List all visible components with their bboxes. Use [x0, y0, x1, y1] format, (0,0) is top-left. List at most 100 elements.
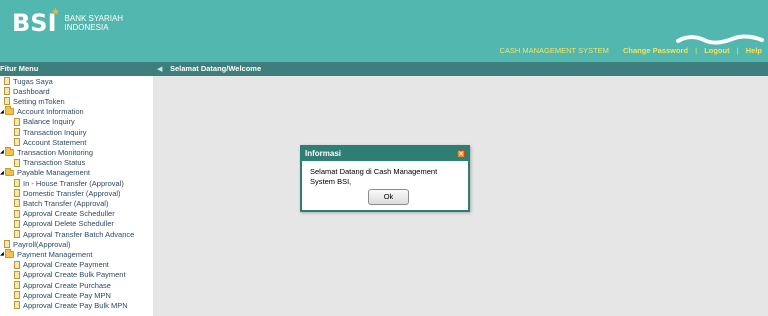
menu-item-label: Dashboard — [13, 86, 50, 96]
menu-item-account-statement[interactable]: Account Statement — [14, 137, 86, 147]
menu-item-batch-transfer[interactable]: Batch Transfer (Approval) — [14, 198, 108, 208]
menu-item-approval-create-purchase[interactable]: Approval Create Purchase — [14, 280, 111, 290]
logo-text-line2: INDONESIA — [64, 23, 109, 32]
menu-item-label: Batch Transfer (Approval) — [23, 198, 109, 208]
top-links: CASH MANAGEMENT SYSTEM Change Password |… — [499, 46, 762, 55]
menu-item-label: Approval Create Scheduller — [23, 209, 115, 219]
redaction-scribble-icon — [676, 34, 764, 45]
document-icon — [14, 158, 20, 167]
document-icon — [14, 189, 20, 198]
app-header: BSI ★ BANK SYARIAH INDONESIA CASH MANAGE… — [0, 0, 768, 62]
folder-icon — [5, 249, 14, 258]
change-password-link[interactable]: Change Password — [623, 46, 688, 55]
logo-mark: BSI — [12, 9, 57, 37]
logo-star-icon: ★ — [51, 7, 60, 18]
menu-item-label: Transaction Inquiry — [23, 127, 87, 137]
menu-item-balance-inquiry[interactable]: Balance Inquiry — [14, 117, 75, 127]
document-icon — [14, 281, 20, 290]
menu-item-approval-transfer-batch-advance[interactable]: Approval Transfer Batch Advance — [14, 229, 134, 239]
document-icon — [4, 87, 10, 96]
document-icon — [14, 138, 20, 147]
menu-item-label: Approval Delete Scheduller — [23, 219, 114, 229]
menu-item-transaction-status[interactable]: Transaction Status — [14, 158, 85, 168]
dialog-message: Selamat Datang di Cash Management System… — [310, 167, 438, 186]
folder-icon — [5, 147, 14, 156]
document-icon — [14, 291, 20, 300]
expand-arrow-icon[interactable]: ◢ — [0, 170, 4, 176]
close-icon[interactable]: ✕ — [457, 150, 465, 158]
menu-item-label: Domestic Transfer (Approval) — [23, 188, 121, 198]
logo-text-line1: BANK SYARIAH — [64, 14, 124, 23]
bsi-logo[interactable]: BSI ★ BANK SYARIAH INDONESIA — [12, 6, 123, 40]
menu-item-approval-create-pay-mpn[interactable]: Approval Create Pay MPN — [14, 290, 111, 300]
info-dialog: Informasi ✕ Selamat Datang di Cash Manag… — [300, 145, 470, 212]
redacted-username — [676, 30, 764, 45]
document-icon — [4, 240, 10, 249]
link-separator: | — [736, 46, 739, 55]
menu-item-dashboard[interactable]: Dashboard — [4, 86, 50, 96]
menu-folder-account-information[interactable]: ◢ Account Information — [0, 106, 84, 117]
document-icon — [14, 117, 20, 126]
menu-folder-label: Payable Management — [17, 168, 90, 178]
system-name: CASH MANAGEMENT SYSTEM — [499, 46, 609, 55]
menu-item-in-house-transfer[interactable]: In - House Transfer (Approval) — [14, 178, 124, 188]
menu-folder-label: Account Information — [17, 107, 84, 117]
document-icon — [4, 97, 10, 106]
menu-folder-label: Transaction Monitoring — [17, 147, 94, 157]
menu-folder-payable-management[interactable]: ◢ Payable Management — [0, 167, 90, 178]
menu-item-approval-delete-scheduller[interactable]: Approval Delete Scheduller — [14, 219, 114, 229]
menu-item-label: Account Statement — [23, 137, 87, 147]
expand-arrow-icon[interactable]: ◢ — [0, 149, 4, 155]
expand-arrow-icon[interactable]: ◢ — [0, 109, 4, 115]
menu-item-approval-create-scheduller[interactable]: Approval Create Scheduller — [14, 209, 115, 219]
feature-menu-title: Fitur Menu — [0, 64, 39, 73]
document-icon — [14, 199, 20, 208]
document-icon — [14, 260, 20, 269]
menu-item-label: Setting mToken — [13, 96, 65, 106]
document-icon — [4, 77, 10, 86]
collapse-arrow-icon[interactable]: ◀ — [157, 62, 162, 76]
menu-item-label: Balance Inquiry — [23, 117, 75, 127]
sidebar-menu: Tugas Saya Dashboard Setting mToken ◢ Acc… — [0, 76, 153, 316]
menu-item-label: Payroll(Approval) — [13, 239, 71, 249]
menu-item-label: Approval Create Bulk Payment — [23, 270, 126, 280]
dialog-title: Informasi — [305, 149, 342, 158]
menu-item-label: Approval Create Purchase — [23, 280, 111, 290]
document-icon — [14, 301, 20, 310]
link-separator: | — [695, 46, 698, 55]
menu-item-tugas-saya[interactable]: Tugas Saya — [4, 76, 53, 86]
menu-item-domestic-transfer[interactable]: Domestic Transfer (Approval) — [14, 188, 121, 198]
menu-item-setting-mtoken[interactable]: Setting mToken — [4, 96, 65, 106]
folder-icon — [5, 167, 14, 177]
menu-item-label: In - House Transfer (Approval) — [23, 178, 124, 188]
menu-folder-transaction-monitoring[interactable]: ◢ Transaction Monitoring — [0, 147, 93, 157]
ok-button[interactable]: Ok — [368, 189, 409, 205]
menu-item-label: Approval Transfer Batch Advance — [23, 229, 135, 239]
help-link[interactable]: Help — [746, 46, 762, 55]
menu-item-label: Approval Create Payment — [23, 260, 109, 270]
menu-item-label: Tugas Saya — [13, 76, 53, 86]
document-icon — [14, 270, 20, 279]
menu-item-approval-create-pay-bulk-mpn[interactable]: Approval Create Pay Bulk MPN — [14, 300, 128, 310]
menu-item-label: Approval Create Pay Bulk MPN — [23, 300, 128, 310]
nav-bar: Fitur Menu ◀ Selamat Datang/Welcome — [0, 62, 768, 76]
document-icon — [14, 179, 20, 188]
menu-folder-payment-management[interactable]: ◢ Payment Management — [0, 249, 92, 259]
expand-arrow-icon[interactable]: ◢ — [0, 251, 4, 257]
logout-link[interactable]: Logout — [704, 46, 729, 55]
document-icon — [14, 128, 20, 137]
menu-item-label: Transaction Status — [23, 158, 86, 168]
menu-item-label: Approval Create Pay MPN — [23, 290, 111, 300]
menu-item-approval-create-bulk-payment[interactable]: Approval Create Bulk Payment — [14, 270, 126, 280]
page-title: Selamat Datang/Welcome — [170, 64, 262, 73]
menu-item-payroll[interactable]: Payroll(Approval) — [4, 239, 71, 249]
document-icon — [14, 209, 20, 218]
menu-item-approval-create-payment[interactable]: Approval Create Payment — [14, 260, 109, 270]
document-icon — [14, 219, 20, 228]
dialog-title-bar[interactable]: Informasi ✕ — [302, 147, 468, 161]
logo-text: BANK SYARIAH INDONESIA — [65, 14, 124, 32]
menu-folder-label: Payment Management — [17, 249, 93, 259]
menu-item-transaction-inquiry[interactable]: Transaction Inquiry — [14, 127, 87, 137]
document-icon — [14, 230, 20, 239]
folder-icon — [5, 106, 14, 115]
